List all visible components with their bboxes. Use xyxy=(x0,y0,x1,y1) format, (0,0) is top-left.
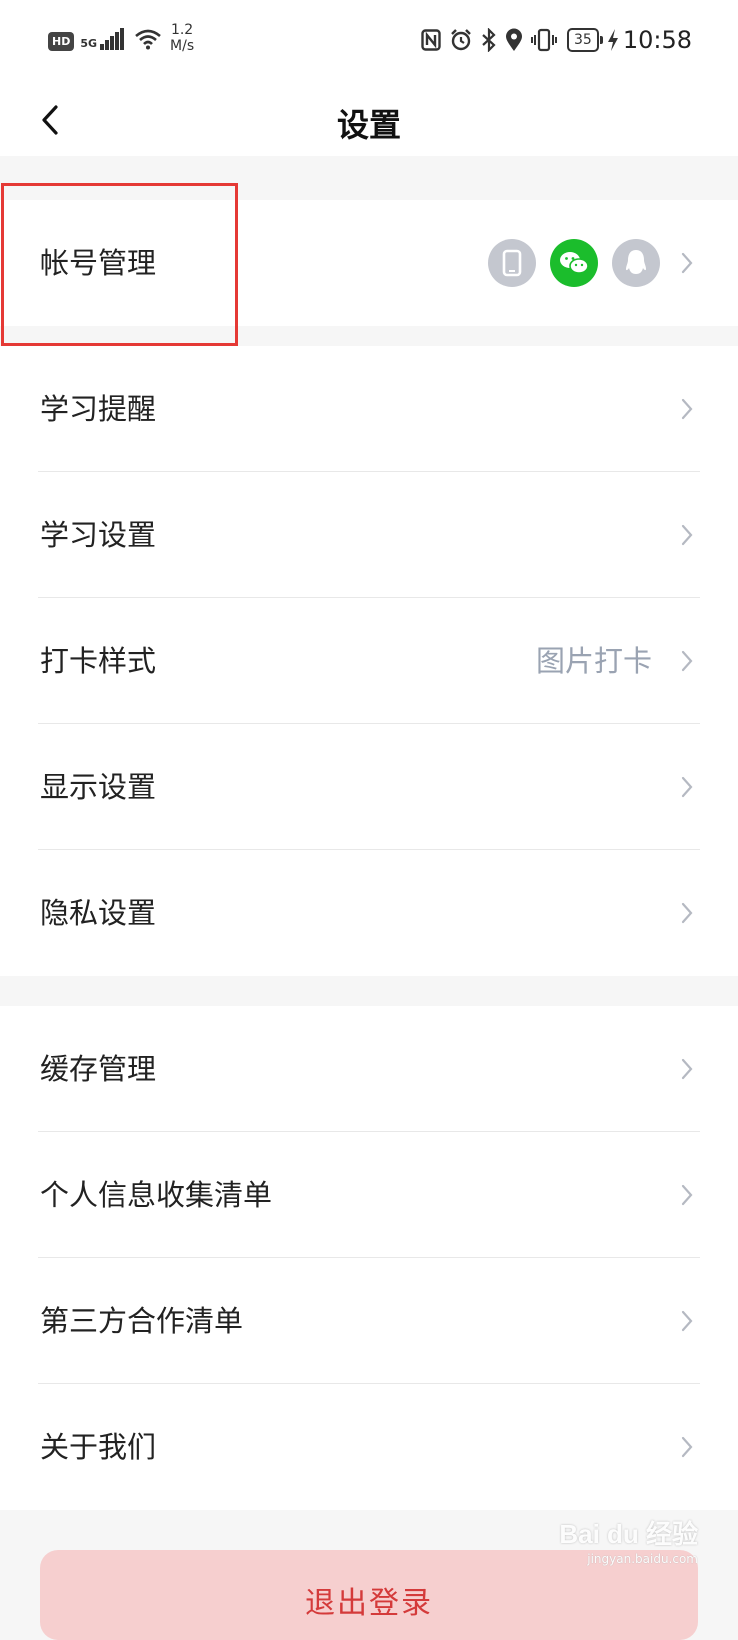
phone-icon xyxy=(488,239,536,287)
nav-bar: 设置 xyxy=(0,84,738,156)
charging-icon xyxy=(607,28,619,52)
chevron-right-icon xyxy=(681,398,693,420)
study-reminder-row[interactable]: 学习提醒 xyxy=(0,346,738,472)
battery-icon: 35 xyxy=(567,28,603,52)
checkin-style-value: 图片打卡 xyxy=(535,644,652,678)
third-party-list-row[interactable]: 第三方合作清单 xyxy=(0,1258,738,1384)
status-bar: HD 5G 1.2 M/s 35 10:58 xyxy=(0,0,738,84)
checkin-style-row[interactable]: 打卡样式 图片打卡 xyxy=(0,598,738,724)
chevron-right-icon xyxy=(681,1058,693,1080)
row-label: 隐私设置 xyxy=(40,896,157,930)
row-label: 关于我们 xyxy=(40,1430,157,1464)
status-right: 35 10:58 xyxy=(413,26,692,54)
row-label: 学习设置 xyxy=(40,518,157,552)
wifi-icon xyxy=(134,28,162,54)
signal-indicator: 5G xyxy=(80,28,125,50)
status-left: HD 5G 1.2 M/s xyxy=(48,22,194,54)
nfc-icon xyxy=(421,29,441,51)
privacy-settings-row[interactable]: 隐私设置 xyxy=(0,850,738,976)
row-label: 第三方合作清单 xyxy=(40,1304,244,1338)
row-label: 个人信息收集清单 xyxy=(40,1178,273,1212)
display-settings-row[interactable]: 显示设置 xyxy=(0,724,738,850)
row-label: 学习提醒 xyxy=(40,392,157,426)
vibrate-icon xyxy=(531,28,557,52)
page-title: 设置 xyxy=(336,106,401,144)
watermark: Bai du 经验 xyxy=(559,1519,698,1549)
signal-icon xyxy=(99,28,125,50)
watermark-url: jingyan.baidu.com xyxy=(587,1552,698,1566)
highlight-annotation xyxy=(1,183,238,346)
chevron-right-icon xyxy=(681,1436,693,1458)
speed-value: 1.2 xyxy=(170,22,194,38)
cache-management-row[interactable]: 缓存管理 xyxy=(0,1006,738,1132)
chevron-right-icon xyxy=(681,902,693,924)
row-label: 打卡样式 xyxy=(40,644,157,678)
row-label: 缓存管理 xyxy=(40,1052,157,1086)
qq-icon xyxy=(612,239,660,287)
personal-info-list-row[interactable]: 个人信息收集清单 xyxy=(0,1132,738,1258)
location-icon xyxy=(505,28,523,52)
linked-accounts xyxy=(474,239,660,287)
clock: 10:58 xyxy=(622,26,692,54)
about-us-row[interactable]: 关于我们 xyxy=(0,1384,738,1510)
chevron-right-icon xyxy=(681,1310,693,1332)
network-speed: 1.2 M/s xyxy=(170,22,194,54)
study-settings-row[interactable]: 学习设置 xyxy=(0,472,738,598)
info-section: 缓存管理 个人信息收集清单 第三方合作清单 关于我们 xyxy=(0,1006,738,1510)
settings-section: 学习提醒 学习设置 打卡样式 图片打卡 显示设置 隐私设置 xyxy=(0,346,738,976)
chevron-right-icon xyxy=(681,776,693,798)
network-type: 5G xyxy=(80,37,98,50)
chevron-right-icon xyxy=(681,524,693,546)
wechat-icon xyxy=(550,239,598,287)
chevron-right-icon xyxy=(681,1184,693,1206)
hd-badge: HD xyxy=(48,32,75,51)
alarm-icon xyxy=(449,28,473,52)
chevron-right-icon xyxy=(681,252,693,274)
bluetooth-icon xyxy=(481,28,497,52)
row-label: 显示设置 xyxy=(40,770,157,804)
speed-unit: M/s xyxy=(170,38,195,54)
chevron-right-icon xyxy=(681,650,693,672)
logout-label: 退出登录 xyxy=(305,1586,433,1621)
